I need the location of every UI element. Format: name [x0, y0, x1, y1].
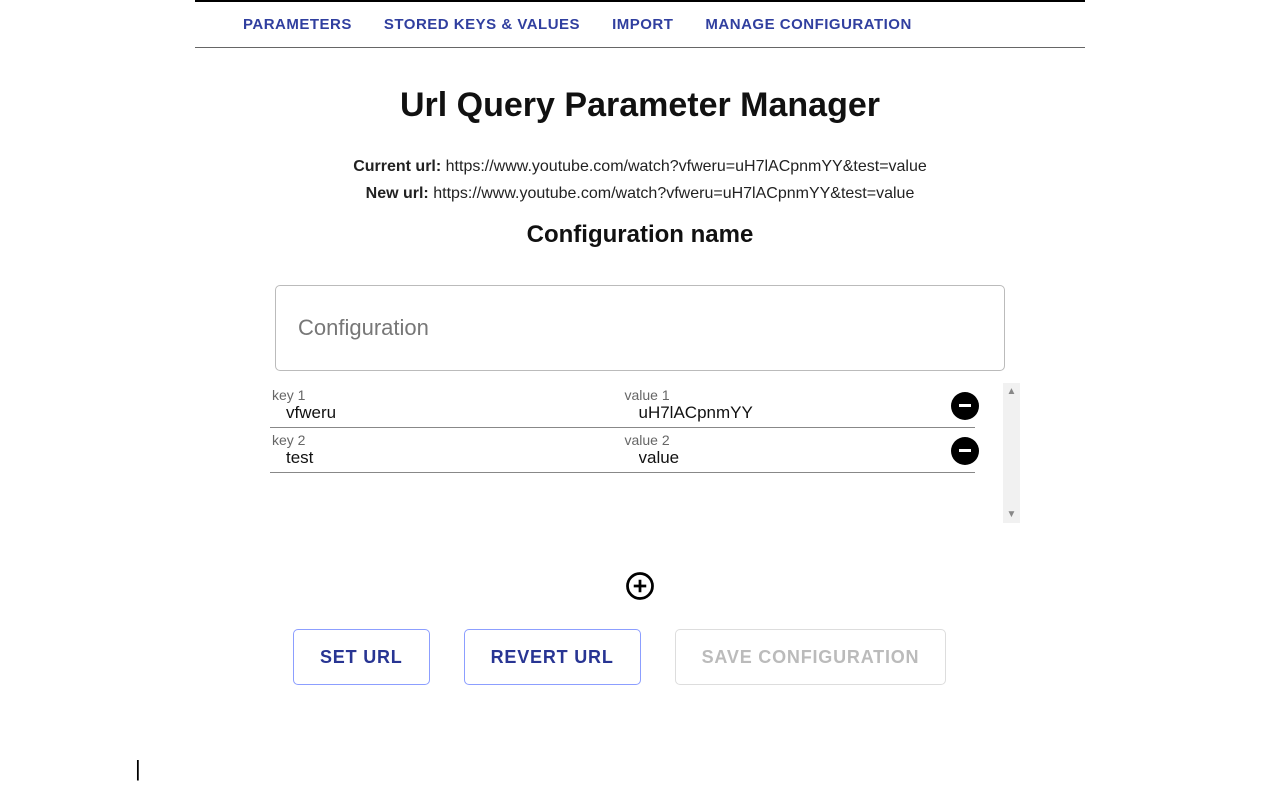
remove-row-icon[interactable]: [951, 437, 979, 465]
tab-parameters[interactable]: PARAMETERS: [243, 16, 352, 33]
key-input[interactable]: [270, 403, 605, 423]
param-row: key 1 value 1: [260, 383, 985, 428]
value-label: value 2: [623, 432, 976, 448]
key-label: key 2: [270, 432, 623, 448]
scroll-up-icon[interactable]: ▲: [1003, 383, 1020, 400]
text-cursor-icon: |: [135, 756, 141, 782]
url-info-block: Current url: https://www.youtube.com/wat…: [195, 153, 1085, 207]
tab-stored-keys-values[interactable]: STORED KEYS & VALUES: [384, 16, 580, 33]
param-row: key 2 value 2: [260, 428, 985, 473]
revert-url-button[interactable]: REVERT URL: [464, 629, 641, 685]
value-input[interactable]: [623, 448, 958, 468]
save-configuration-button[interactable]: SAVE CONFIGURATION: [675, 629, 947, 685]
tab-import[interactable]: IMPORT: [612, 16, 673, 33]
value-input[interactable]: [623, 403, 958, 423]
current-url-value: https://www.youtube.com/watch?vfweru=uH7…: [446, 158, 927, 175]
scroll-down-icon[interactable]: ▼: [1003, 506, 1020, 523]
configuration-name-heading: Configuration name: [195, 221, 1085, 249]
configuration-name-input[interactable]: [275, 285, 1005, 371]
set-url-button[interactable]: SET URL: [293, 629, 430, 685]
new-url-label: New url:: [366, 185, 429, 202]
tab-manage-configuration[interactable]: MANAGE CONFIGURATION: [705, 16, 911, 33]
add-row-icon[interactable]: [625, 571, 655, 601]
new-url-value: https://www.youtube.com/watch?vfweru=uH7…: [433, 185, 914, 202]
key-label: key 1: [270, 387, 623, 403]
key-input[interactable]: [270, 448, 605, 468]
scrollbar[interactable]: ▲ ▼: [1003, 383, 1020, 523]
remove-row-icon[interactable]: [951, 392, 979, 420]
page-title: Url Query Parameter Manager: [195, 86, 1085, 125]
value-label: value 1: [623, 387, 976, 403]
parameters-list: key 1 value 1 key 2: [260, 383, 1020, 523]
action-buttons: SET URL REVERT URL SAVE CONFIGURATION: [293, 629, 1085, 685]
nav-tabs: PARAMETERS STORED KEYS & VALUES IMPORT M…: [195, 2, 1085, 48]
window-top-edge: [195, 0, 1085, 2]
current-url-label: Current url:: [353, 158, 441, 175]
